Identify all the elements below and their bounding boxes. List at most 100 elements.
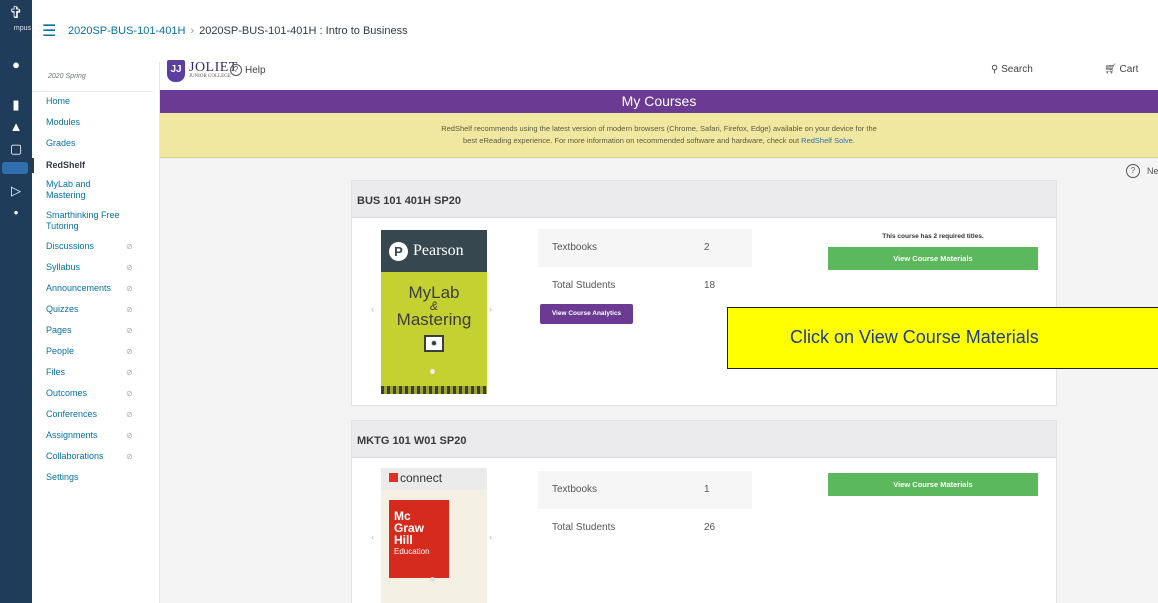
sidebar-item-mylab[interactable]: MyLab and Mastering	[32, 179, 128, 201]
hidden-eye-icon: ⊘	[126, 305, 133, 314]
notice-line-2-wrap: best eReading experience. For more infor…	[160, 135, 1158, 147]
sidebar-item-people[interactable]: People ⊘	[32, 346, 159, 357]
sidebar-item-discussions[interactable]: Discussions ⊘	[32, 241, 159, 252]
view-course-materials-button[interactable]: View Course Materials	[828, 247, 1038, 270]
hamburger-menu-icon[interactable]: ☰	[42, 21, 68, 41]
sidebar-item-grades[interactable]: Grades	[32, 138, 159, 149]
search-label: Search	[1001, 64, 1033, 75]
sidebar-item-pages[interactable]: Pages ⊘	[32, 325, 159, 336]
sidebar-item-label: Grades	[46, 138, 76, 148]
screenshot: ✞ mpus ● ▮ ▲ ▢ ▷ • ☰ 2020SP-BUS-101-401H…	[0, 0, 1158, 603]
carousel-dot[interactable]	[430, 369, 435, 374]
mcgraw-hill-logo: Mc Graw Hill Education	[389, 500, 449, 578]
sidebar-item-syllabus[interactable]: Syllabus ⊘	[32, 262, 159, 273]
sidebar-item-label: Quizzes	[46, 304, 79, 314]
help-icon[interactable]: •	[0, 200, 32, 226]
view-course-materials-button[interactable]: View Course Materials	[828, 473, 1038, 496]
cart-link[interactable]: 🛒︎ Cart	[1104, 64, 1138, 75]
sidebar-item-settings[interactable]: Settings	[32, 472, 159, 483]
cart-label: Cart	[1119, 64, 1139, 75]
logo-icon: ✞	[9, 5, 23, 22]
sidebar-item-label: Conferences	[46, 409, 98, 419]
cover-body: MyLab & Mastering ✹	[381, 272, 487, 394]
redshelf-topbar: JJ JOLIET JUNIOR COLLEGE ? Help ⚲ Search…	[160, 56, 1158, 86]
notice-line-1: RedShelf recommends using the latest ver…	[441, 124, 877, 133]
hidden-eye-icon: ⊘	[126, 242, 133, 251]
textbooks-count: 1	[704, 484, 710, 495]
sidebar-item-announcements[interactable]: Announcements ⊘	[32, 283, 159, 294]
help-link[interactable]: ? Help	[230, 64, 266, 76]
sidebar-item-modules[interactable]: Modules	[32, 117, 159, 128]
need-help-label: Need Help?	[1147, 166, 1158, 176]
sidebar-item-label: Assignments	[46, 430, 98, 440]
search-icon: ⚲	[991, 64, 999, 75]
hidden-eye-icon: ⊘	[126, 284, 133, 293]
sidebar-item-label: RedShelf	[46, 160, 86, 170]
campus-logo[interactable]: ✞ mpus	[0, 0, 32, 46]
logo-line-4: Education	[394, 547, 430, 556]
sidebar-item-outcomes[interactable]: Outcomes ⊘	[32, 388, 159, 399]
sidebar-item-label: MyLab and Mastering	[46, 179, 91, 200]
browser-notice: RedShelf recommends using the latest ver…	[160, 113, 1158, 158]
prev-arrow-icon[interactable]: ‹	[371, 532, 374, 542]
breadcrumb-course-link[interactable]: 2020SP-BUS-101-401H	[68, 25, 185, 37]
next-arrow-icon[interactable]: ›	[489, 532, 492, 542]
hidden-eye-icon: ⊘	[126, 263, 133, 272]
global-nav: ✞ mpus ● ▮ ▲ ▢ ▷ •	[0, 0, 32, 603]
pearson-banner: P Pearson	[381, 230, 487, 272]
sidebar-item-smarthinking[interactable]: Smarthinking Free Tutoring	[32, 210, 142, 232]
prev-arrow-icon[interactable]: ‹	[371, 304, 374, 314]
account-icon[interactable]: ●	[0, 52, 32, 78]
breadcrumb: ☰ 2020SP-BUS-101-401H › 2020SP-BUS-101-4…	[32, 0, 1158, 62]
help-label: Help	[245, 64, 266, 76]
need-help-link[interactable]: ? Need Help?	[1126, 164, 1158, 178]
textbooks-label: Textbooks	[552, 484, 598, 495]
carousel-dot[interactable]	[430, 577, 435, 582]
textbooks-label: Textbooks	[552, 242, 598, 253]
sidebar-item-assignments[interactable]: Assignments ⊘	[32, 430, 159, 441]
cover-title-2: Mastering	[396, 310, 472, 329]
sidebar-item-home[interactable]: Home	[32, 96, 159, 107]
cover-strip	[381, 386, 487, 394]
mcgraw-connect-cover: connect Mc Graw Hill Education	[381, 468, 487, 603]
cover-publisher: Pearson	[413, 242, 464, 259]
question-icon: ?	[1126, 164, 1140, 178]
calendar-icon[interactable]: ▢	[0, 136, 32, 162]
sidebar-item-label: Syllabus	[46, 262, 81, 272]
sidebar-item-files[interactable]: Files ⊘	[32, 367, 159, 378]
sidebar-list: Home Modules Grades RedShelf MyLab and M…	[32, 96, 159, 483]
sidebar-item-label: Announcements	[46, 283, 112, 293]
page-title: My Courses	[160, 90, 1158, 113]
sidebar-item-label: Home	[46, 96, 71, 106]
monitor-icon: ✹	[424, 335, 444, 352]
sidebar-item-conferences[interactable]: Conferences ⊘	[32, 409, 159, 420]
joliet-shield-icon: JJ	[167, 60, 185, 82]
inbox-badge-icon[interactable]	[2, 162, 28, 174]
next-arrow-icon[interactable]: ›	[489, 304, 492, 314]
sidebar-item-label: Pages	[46, 325, 72, 335]
course-card-bus101: BUS 101 401H SP20 ‹ › P Pearson MyLab & …	[351, 180, 1057, 406]
notice-line-2: best eReading experience. For more infor…	[463, 136, 800, 145]
search-link[interactable]: ⚲ Search	[991, 64, 1033, 75]
breadcrumb-current: 2020SP-BUS-101-401H : Intro to Business	[199, 25, 408, 37]
breadcrumb-separator-icon: ›	[190, 25, 195, 37]
question-icon: ?	[230, 64, 242, 76]
sidebar-item-collaborations[interactable]: Collaborations ⊘	[32, 451, 159, 462]
hidden-eye-icon: ⊘	[126, 452, 133, 461]
students-count: 18	[704, 280, 716, 291]
sidebar-item-label: Settings	[46, 472, 79, 482]
joliet-logo[interactable]: JJ JOLIET JUNIOR COLLEGE	[167, 60, 238, 82]
sidebar-item-label: Collaborations	[46, 451, 104, 461]
cover-brand: connect	[400, 471, 443, 485]
students-count: 26	[704, 522, 716, 533]
redshelf-solve-link[interactable]: RedShelf Solve.	[801, 136, 855, 145]
sidebar-item-quizzes[interactable]: Quizzes ⊘	[32, 304, 159, 315]
sidebar-item-label: Modules	[46, 117, 81, 127]
sidebar-item-redshelf[interactable]: RedShelf	[32, 158, 159, 173]
view-course-analytics-button[interactable]: View Course Analytics	[540, 304, 633, 324]
course-name: MKTG 101 W01 SP20	[352, 421, 1056, 458]
hidden-eye-icon: ⊘	[126, 347, 133, 356]
hidden-eye-icon: ⊘	[126, 389, 133, 398]
required-titles-note: This course has 2 required titles.	[882, 233, 984, 240]
connect-banner: connect	[381, 468, 487, 490]
